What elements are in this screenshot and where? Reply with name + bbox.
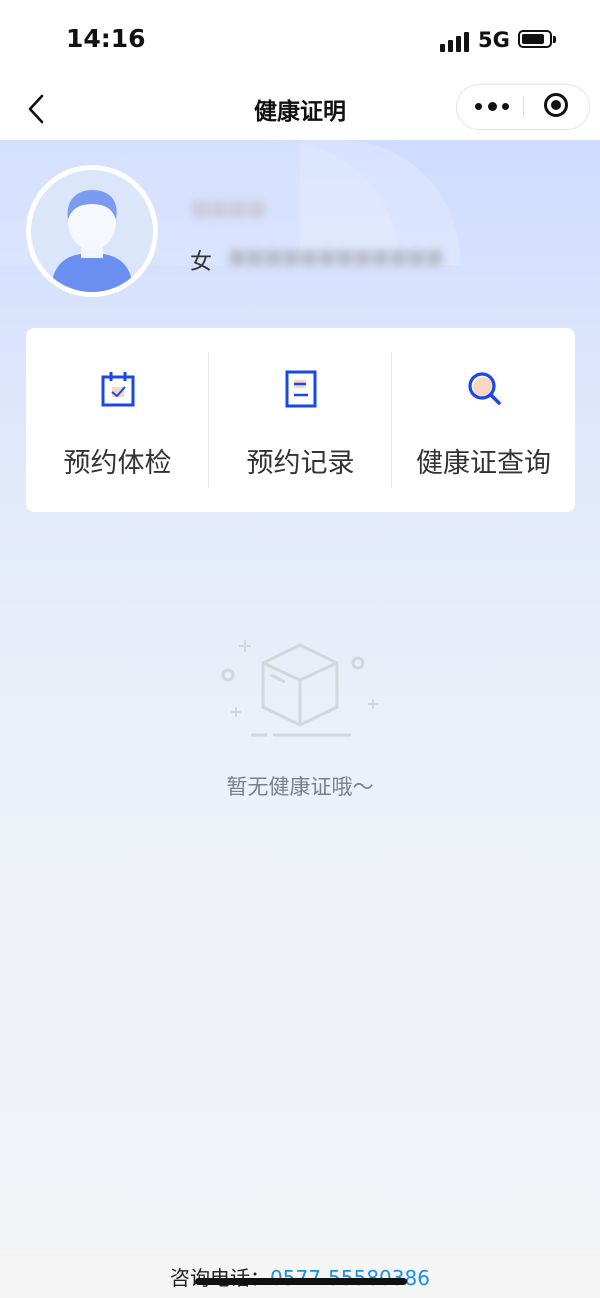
avatar bbox=[26, 165, 158, 297]
nav-bar: 健康证明 bbox=[0, 78, 600, 140]
empty-state-text: 暂无健康证哦～ bbox=[226, 775, 374, 799]
close-capsule-icon[interactable] bbox=[544, 93, 568, 117]
footer: 咨询电话：0577-55580386 bbox=[0, 1250, 600, 1298]
menu-label: 预约记录 bbox=[246, 448, 355, 479]
more-icon[interactable] bbox=[475, 101, 509, 113]
user-icon bbox=[51, 190, 133, 292]
document-icon bbox=[283, 370, 319, 408]
user-gender: 女 bbox=[190, 250, 213, 275]
menu-item-book-exam[interactable]: 预约体检 bbox=[26, 328, 209, 512]
menu-item-query[interactable]: 健康证查询 bbox=[392, 328, 575, 512]
mini-program-capsule bbox=[456, 84, 590, 130]
menu-label: 健康证查询 bbox=[416, 448, 551, 479]
user-name: ■■■■ bbox=[190, 196, 267, 221]
signal-icon bbox=[440, 30, 470, 52]
menu-label: 预约体检 bbox=[63, 448, 172, 479]
home-indicator bbox=[195, 1278, 407, 1285]
search-icon bbox=[466, 370, 502, 408]
menu-card: 预约体检 预约记录 健康证查询 bbox=[26, 328, 575, 512]
empty-box-icon bbox=[215, 635, 385, 745]
status-time: 14:16 bbox=[66, 24, 146, 53]
user-id: ■■■■■■■■■■■■ bbox=[228, 244, 444, 268]
network-label: 5G bbox=[478, 28, 510, 52]
battery-icon bbox=[518, 30, 556, 48]
status-bar: 14:16 5G bbox=[0, 0, 600, 78]
calendar-check-icon bbox=[100, 370, 136, 408]
contact-line: 咨询电话：0577-55580386 bbox=[0, 1262, 600, 1291]
menu-item-records[interactable]: 预约记录 bbox=[209, 328, 392, 512]
